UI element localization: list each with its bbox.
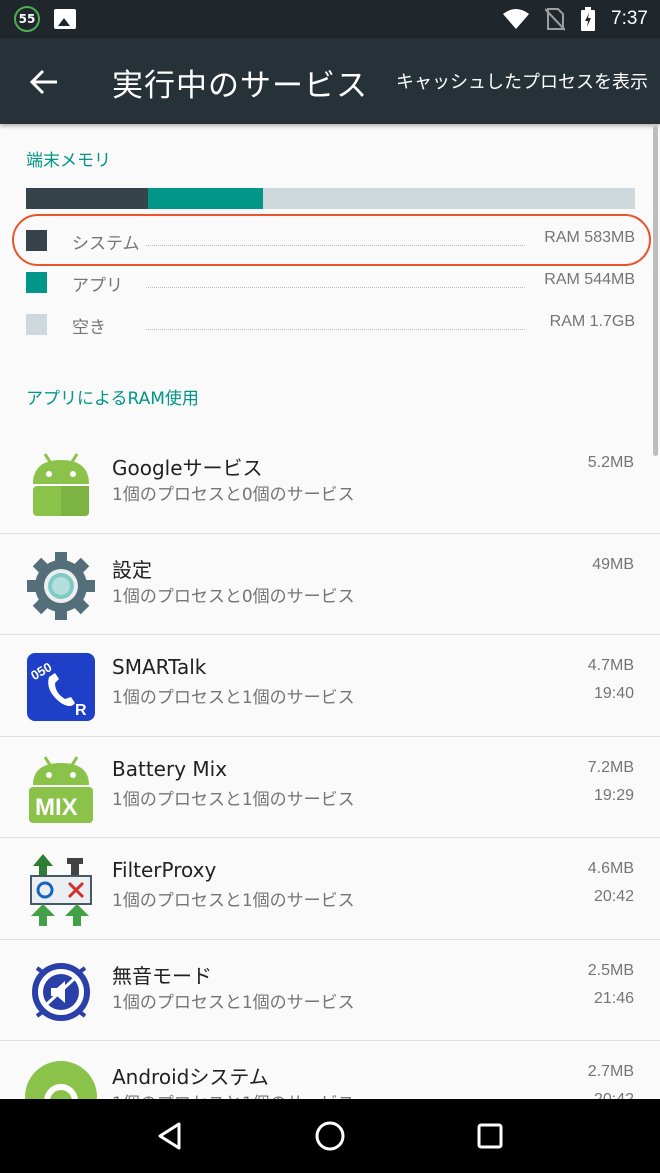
app-run-time: 19:29 [593, 786, 634, 804]
clock: 7:37 [611, 8, 648, 29]
legend-label: 空き [72, 318, 106, 338]
memory-bar-segment-system [26, 188, 149, 209]
app-process-info: 1個のプロセスと1個のサービス [112, 789, 355, 810]
app-process-info: 1個のプロセスと1個のサービス [112, 891, 355, 911]
filterproxy-icon [30, 854, 92, 926]
list-item[interactable]: FilterProxy 1個のプロセスと1個のサービス 4.6MB 20:42 [0, 838, 660, 940]
android-icon [33, 453, 89, 516]
app-name: SMARTalk [112, 655, 207, 679]
app-name: Androidシステム [112, 1065, 269, 1089]
settings-gear-icon [27, 551, 95, 620]
app-memory-size: 2.7MB [587, 1063, 634, 1080]
status-bar: 55 7:37 [0, 0, 660, 38]
legend-value: RAM 1.7GB [549, 313, 635, 330]
smartalk-letter-label: R [75, 702, 87, 719]
no-sim-icon [545, 8, 566, 31]
memory-bar-segment-free [262, 188, 635, 209]
app-name: FilterProxy [112, 858, 217, 882]
list-item[interactable]: 無音モード 1個のプロセスと1個のサービス 2.5MB 21:46 [0, 939, 660, 1041]
legend-label: システム [72, 234, 140, 254]
legend-value: RAM 583MB [544, 229, 635, 246]
app-process-info: 1個のプロセスと0個のサービス [112, 485, 355, 505]
silent-mode-icon [32, 962, 90, 1021]
legend-row-free: 空き RAM 1.7GB [26, 310, 635, 340]
memory-usage-bar [26, 188, 635, 209]
legend-label: アプリ [72, 276, 123, 296]
app-name: Googleサービス [112, 456, 263, 480]
nav-recents-button[interactable] [460, 1106, 520, 1166]
list-item[interactable]: MIX Battery Mix 1個のプロセスと1個のサービス 7.2MB 19… [0, 736, 660, 838]
image-notification-icon [54, 9, 76, 29]
nav-back-button[interactable] [140, 1106, 200, 1166]
nav-home-button[interactable] [300, 1106, 360, 1166]
app-process-info: 1個のプロセスと1個のサービス [112, 688, 355, 708]
legend-row-app: アプリ RAM 544MB [26, 268, 635, 298]
list-item[interactable]: 050 R SMARTalk 1個のプロセスと1個のサービス 4.7MB 19:… [0, 635, 660, 737]
legend-swatch-system [26, 230, 47, 251]
app-memory-size: 7.2MB [587, 758, 634, 776]
app-memory-size: 2.5MB [587, 961, 634, 979]
legend-swatch-app [26, 272, 47, 293]
app-name: Battery Mix [112, 756, 228, 781]
triangle-back-icon [158, 1122, 181, 1150]
legend-swatch-free [26, 314, 47, 335]
notification-badge: 55 [14, 6, 40, 32]
app-memory-size: 49MB [592, 555, 634, 573]
navigation-bar [0, 1099, 660, 1173]
smartalk-icon: 050 R [27, 653, 95, 721]
app-run-time: 19:40 [593, 685, 634, 702]
memory-bar-segment-app [148, 188, 263, 209]
circle-home-icon [315, 1121, 345, 1151]
battery-mix-icon: MIX [29, 755, 93, 823]
app-memory-size: 4.6MB [587, 860, 634, 877]
wifi-icon [503, 9, 530, 29]
app-name: 無音モード [112, 963, 212, 988]
show-cached-processes-button[interactable]: キャッシュしたプロセスを表示 [396, 68, 648, 94]
ram-by-app-title: アプリによるRAM使用 [26, 389, 199, 409]
app-memory-size: 5.2MB [587, 454, 634, 471]
legend-row-system: システム RAM 583MB [26, 226, 635, 256]
app-list: Googleサービス 1個のプロセスと0個のサービス 5.2MB 設定 1個のプ… [0, 432, 660, 1143]
scrollbar[interactable] [653, 126, 658, 456]
square-recents-icon [477, 1123, 503, 1149]
app-run-time: 20:42 [593, 888, 634, 905]
battery-mix-label: MIX [35, 794, 78, 821]
legend-value: RAM 544MB [544, 271, 635, 288]
app-process-info: 1個のプロセスと1個のサービス [112, 992, 355, 1013]
arrow-back-icon [30, 69, 57, 95]
list-item[interactable]: Googleサービス 1個のプロセスと0個のサービス 5.2MB [0, 432, 660, 534]
battery-charging-icon [581, 7, 596, 31]
app-bar: 実行中のサービス キャッシュしたプロセスを表示 [0, 38, 660, 124]
list-item[interactable]: 設定 1個のプロセスと0個のサービス 49MB [0, 533, 660, 635]
page-title: 実行中のサービス [112, 68, 368, 104]
app-memory-size: 4.7MB [587, 657, 634, 674]
back-button[interactable] [22, 60, 66, 104]
app-process-info: 1個のプロセスと0個のサービス [112, 586, 355, 607]
app-name: 設定 [112, 557, 152, 582]
app-run-time: 21:46 [593, 989, 634, 1007]
device-memory-title: 端末メモリ [26, 151, 111, 171]
